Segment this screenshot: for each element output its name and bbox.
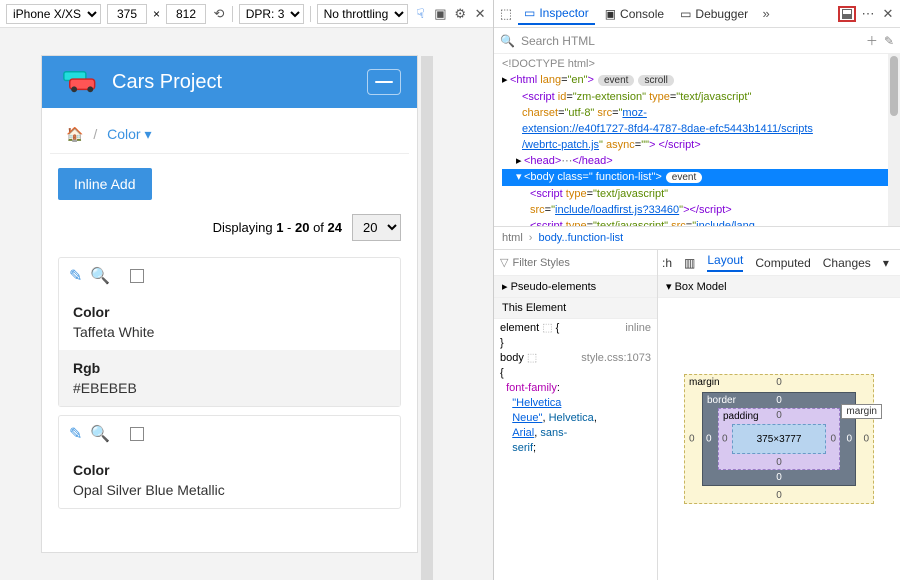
dom-breadcrumbs[interactable]: html›body..function-list xyxy=(494,226,900,250)
close-icon[interactable]: ✕ xyxy=(473,6,487,22)
preview-scrollbar[interactable] xyxy=(421,56,433,580)
logo-icon xyxy=(58,68,102,96)
search-input[interactable] xyxy=(521,34,860,48)
search-icon[interactable]: 🔍 xyxy=(90,424,110,444)
chevron-down-icon[interactable]: ▾ xyxy=(883,256,889,270)
dom-tree[interactable]: <!DOCTYPE html> ▸<html lang="en">eventsc… xyxy=(494,54,900,226)
hover-icon[interactable]: :h xyxy=(662,256,672,270)
devtools-tabs: ⬚ ▭Inspector ▣Console ▭Debugger » ⋯ ✕ xyxy=(494,0,900,28)
eyedropper-icon[interactable]: ✎ xyxy=(884,34,894,48)
rotate-icon[interactable]: ⟲ xyxy=(212,6,226,22)
search-icon: 🔍 xyxy=(500,34,515,48)
breadcrumb-home[interactable]: 🏠 xyxy=(66,126,83,142)
tab-console[interactable]: ▣Console xyxy=(599,4,670,24)
pseudo-elements-section[interactable]: ▸ Pseudo-elements xyxy=(494,276,657,298)
selected-node[interactable]: ▾<body class=" function-list">event xyxy=(502,169,898,186)
this-element-section: This Element xyxy=(494,298,657,319)
close-devtools-icon[interactable]: ✕ xyxy=(880,6,896,22)
app-header: Cars Project xyxy=(42,56,417,108)
html-search: 🔍 ＋ ✎ xyxy=(494,28,900,54)
add-node-icon[interactable]: ＋ xyxy=(866,32,878,49)
pagination: Displaying 1 - 20 of 24 20 xyxy=(50,206,409,249)
list-item: ✎ 🔍 ColorTaffeta White Rgb#EBEBEB xyxy=(58,257,401,407)
width-input[interactable] xyxy=(107,4,147,24)
list-item: ✎ 🔍 ColorOpal Silver Blue Metallic xyxy=(58,415,401,509)
tab-computed[interactable]: Computed xyxy=(755,256,810,270)
more-icon[interactable]: ⋯ xyxy=(860,6,876,22)
row-checkbox[interactable] xyxy=(130,427,144,441)
row-checkbox[interactable] xyxy=(130,269,144,283)
inline-add-button[interactable]: Inline Add xyxy=(58,168,152,200)
tree-scrollbar[interactable] xyxy=(888,54,900,226)
responsive-toolbar: iPhone X/XS × ⟲ DPR: 3 No throttling ☟ ▣… xyxy=(0,0,493,28)
app-title: Cars Project xyxy=(112,71,222,94)
throttle-select[interactable]: No throttling xyxy=(317,4,408,24)
menu-button[interactable] xyxy=(367,69,401,95)
tab-layout[interactable]: Layout xyxy=(707,253,743,272)
height-input[interactable] xyxy=(166,4,206,24)
overflow-icon[interactable]: » xyxy=(758,6,774,22)
pick-element-icon[interactable]: ⬚ xyxy=(498,6,514,22)
settings-icon[interactable]: ⚙ xyxy=(453,6,467,22)
responsive-mode-icon[interactable] xyxy=(838,6,856,22)
edit-icon[interactable]: ✎ xyxy=(69,266,82,286)
box-model-section: ▾ Box Model xyxy=(658,276,900,298)
chevron-down-icon: ▾ xyxy=(144,126,151,142)
filter-styles-input[interactable] xyxy=(512,257,654,269)
breadcrumb-current[interactable]: Color ▾ xyxy=(107,126,151,142)
breadcrumb: 🏠 / Color ▾ xyxy=(50,116,409,154)
tab-debugger[interactable]: ▭Debugger xyxy=(674,4,754,24)
dock-icon[interactable]: ▥ xyxy=(684,256,695,270)
screenshot-icon[interactable]: ▣ xyxy=(433,6,447,22)
tab-inspector[interactable]: ▭Inspector xyxy=(518,3,595,25)
edit-icon[interactable]: ✎ xyxy=(69,424,82,444)
box-model-diagram[interactable]: margin 0 0 0 0 border 0 0 0 0 padding 0 xyxy=(658,298,900,580)
page-size-select[interactable]: 20 xyxy=(352,214,401,241)
filter-icon: ▽ xyxy=(500,256,508,269)
tab-changes[interactable]: Changes xyxy=(823,256,871,270)
device-preview: Cars Project 🏠 / Color ▾ Inline Add Disp… xyxy=(0,28,493,580)
dpr-select[interactable]: DPR: 3 xyxy=(239,4,304,24)
layout-tabs: :h ▥ Layout Computed Changes ▾ xyxy=(658,250,900,276)
styles-panel[interactable]: element ⬚ { inline } body ⬚ style.css:10… xyxy=(494,319,657,580)
device-select[interactable]: iPhone X/XS xyxy=(6,4,101,24)
search-icon[interactable]: 🔍 xyxy=(90,266,110,286)
touch-icon[interactable]: ☟ xyxy=(414,6,428,22)
box-model-tooltip: margin xyxy=(841,404,882,419)
